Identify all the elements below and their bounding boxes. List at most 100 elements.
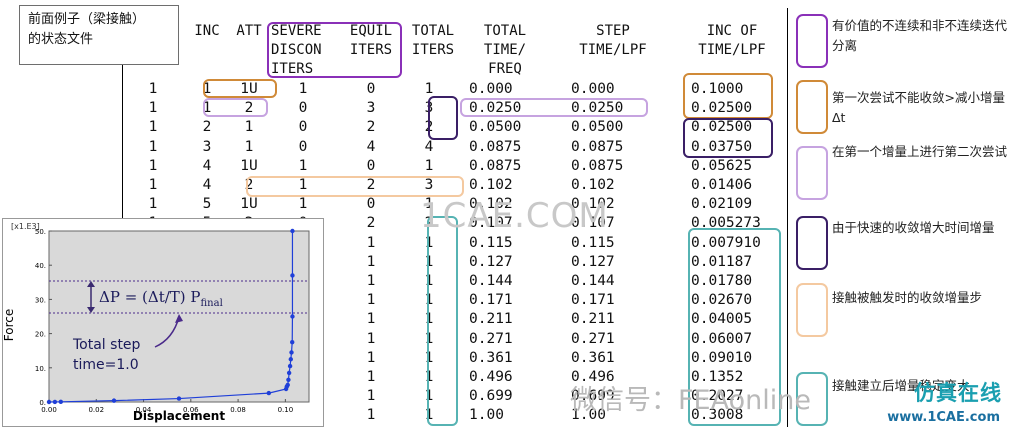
cell-total-time: 0.699 <box>469 388 513 405</box>
cell-equil: 1 <box>366 369 376 385</box>
highlight-inc-grow <box>683 118 773 158</box>
cell-step-time: 0.271 <box>571 330 615 347</box>
legend-text-3: 在第一个增量上进行第二次尝试 <box>832 144 1008 159</box>
data-point <box>290 314 295 319</box>
cell-total-time: 0.496 <box>469 369 513 385</box>
cell-att: 1 <box>244 119 254 136</box>
data-point <box>290 228 295 234</box>
cell-severe: 1 <box>298 157 308 174</box>
cell-inc-time: 0.02109 <box>691 196 753 213</box>
y-tick-label: 0. <box>39 399 46 407</box>
y-tick-label: 50. <box>35 228 46 236</box>
cell-equil: 1 <box>366 311 376 328</box>
cell-total-time: 0.271 <box>469 330 513 347</box>
y-axis-label: Force <box>3 309 16 341</box>
legend-text-1: 有价值的不连续和非不连续迭代分离 <box>832 18 1008 53</box>
highlight-contact-triggered <box>246 176 464 197</box>
cell-severe: 0 <box>298 100 308 117</box>
cell-step-time: 0.0875 <box>571 157 624 174</box>
cell-total-time: 0.0875 <box>469 157 522 174</box>
legend-swatch-4 <box>796 216 828 270</box>
cell-step-time: 0.0875 <box>571 138 624 155</box>
header-step-time: STEP TIME/LPF <box>579 23 647 58</box>
chart-svg: [x1.E3] Force Displacement 0.00 0.02 0.04 0… <box>2 222 310 423</box>
highlight-iters-stable <box>427 216 458 426</box>
cell-equil: 1 <box>366 388 376 405</box>
y-tick-label: 30. <box>35 296 46 304</box>
cell-equil: 2 <box>366 215 376 232</box>
highlight-severe-equil <box>267 22 402 78</box>
cell-step-time: 0.127 <box>571 253 615 270</box>
header-total-iters: TOTAL ITERS <box>411 23 455 58</box>
highlight-second-attempt <box>203 98 268 117</box>
cell-equil: 4 <box>366 138 376 155</box>
cell-equil: 1 <box>366 349 376 366</box>
y-tick-label: 40. <box>35 262 46 270</box>
cell-equil: 0 <box>366 196 376 213</box>
cell-total-time: 0.115 <box>469 234 513 251</box>
cell-inc: 4 <box>202 157 212 174</box>
cell-equil: 3 <box>366 100 376 117</box>
x-tick-label: 0.10 <box>278 406 294 414</box>
context-note: 前面例子（梁接触） 的状态文件 <box>19 5 179 65</box>
highlight-first-attempt <box>203 79 277 98</box>
cell-att: 1U <box>240 196 258 213</box>
cell-step: 1 <box>148 119 158 136</box>
cell-inc: 2 <box>202 119 212 136</box>
note-line-2: 的状态文件 <box>28 32 94 47</box>
legend-text-2: 第一次尝试不能收敛>减小增量Δt <box>832 90 1005 125</box>
cell-equil: 1 <box>366 330 376 347</box>
cell-total-time: 0.211 <box>469 311 513 328</box>
data-point <box>287 363 293 369</box>
highlight-total-iters <box>428 96 458 140</box>
legend-swatch-5 <box>796 283 828 337</box>
x-tick-label: 0.04 <box>136 406 152 414</box>
cell-equil: 0 <box>366 81 376 97</box>
data-point <box>290 273 295 278</box>
legend-swatch-3 <box>796 146 828 200</box>
data-point <box>288 357 293 362</box>
cell-inc-time: 0.01406 <box>691 177 753 193</box>
brand-name: 仿真在线 <box>914 381 1002 405</box>
cell-severe: 1 <box>298 196 308 213</box>
cell-step: 1 <box>148 81 158 97</box>
cell-total-time: 0.000 <box>469 81 513 97</box>
data-point <box>286 370 292 376</box>
cell-step: 1 <box>148 177 158 193</box>
cell-step-time: 0.144 <box>571 273 615 289</box>
data-point <box>290 339 295 345</box>
cell-total-time: 0.102 <box>469 177 513 193</box>
cell-step-time: 0.0500 <box>571 119 624 136</box>
watermark-wechat: 微信号：FEAonline <box>570 385 811 416</box>
watermark-site: 1CAE.COM <box>420 196 609 236</box>
data-point <box>266 390 272 396</box>
header-att: ATT <box>236 23 262 39</box>
cell-step-time: 0.211 <box>571 311 615 328</box>
cell-step-time: 0.115 <box>571 234 615 251</box>
cell-equil: 0 <box>366 157 376 174</box>
cell-total-time: 0.0500 <box>469 119 522 136</box>
cell-inc: 5 <box>202 196 212 213</box>
highlight-cut-time <box>460 98 648 117</box>
cell-step-time: 0.000 <box>571 81 615 97</box>
cell-total-time: 1.00 <box>469 407 504 424</box>
x-tick-label: 0.00 <box>41 406 57 414</box>
step-time-label-2: time=1.0 <box>73 357 139 373</box>
data-point <box>286 377 291 382</box>
header-total-time: TOTAL TIME/ FREQ <box>483 23 527 77</box>
cell-total-time: 0.171 <box>469 292 513 309</box>
data-point <box>176 396 182 401</box>
cell-step: 1 <box>148 196 158 213</box>
cell-step-time: 0.102 <box>571 177 615 193</box>
cell-equil: 1 <box>366 292 376 309</box>
cell-step: 1 <box>148 138 158 155</box>
cell-inc-time: 0.05625 <box>691 157 753 174</box>
cell-severe: 0 <box>298 119 308 136</box>
cell-att: 1U <box>240 157 258 174</box>
cell-total-time: 0.0875 <box>469 138 522 155</box>
data-point <box>52 399 58 405</box>
cell-inc: 3 <box>202 138 212 155</box>
legend-swatch-1 <box>796 14 828 68</box>
y-tick-label: 20. <box>35 331 46 339</box>
cell-severe: 0 <box>298 138 308 155</box>
